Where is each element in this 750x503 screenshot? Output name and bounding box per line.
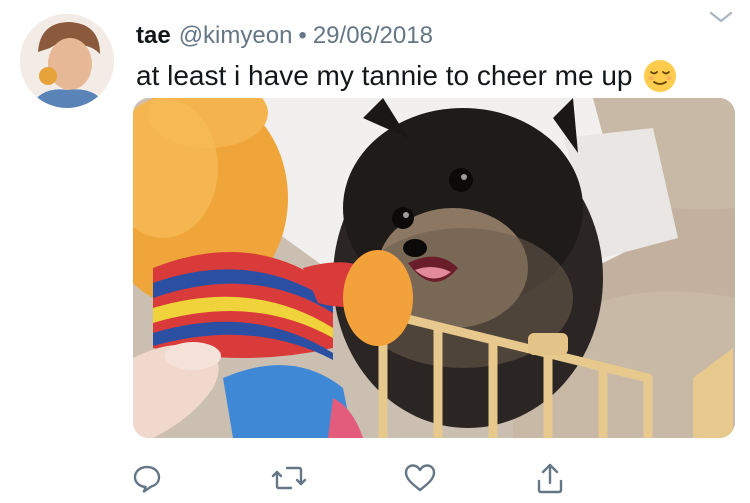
tweet-text-content: at least i have my tannie to cheer me up	[136, 60, 633, 91]
share-button[interactable]	[530, 458, 570, 498]
more-options-chevron-icon[interactable]	[708, 10, 734, 24]
tweet-actions	[0, 458, 750, 498]
user-handle[interactable]: @kimyeon	[179, 21, 293, 51]
avatar[interactable]	[20, 14, 114, 108]
separator-dot: •	[298, 22, 307, 49]
share-icon	[534, 461, 566, 495]
tweet-header: tae @kimyeon • 29/06/2018	[136, 21, 433, 51]
retweet-button[interactable]	[269, 458, 309, 498]
tweet-media-photo[interactable]	[133, 98, 735, 438]
tweet-date[interactable]: 29/06/2018	[313, 21, 433, 51]
display-name[interactable]: tae	[136, 21, 171, 51]
reply-icon	[131, 462, 163, 494]
reply-button[interactable]	[127, 458, 167, 498]
like-button[interactable]	[400, 458, 440, 498]
heart-icon	[403, 462, 437, 494]
relieved-face-emoji-icon	[643, 59, 677, 93]
tweet-text: at least i have my tannie to cheer me up	[136, 58, 736, 94]
retweet-icon	[271, 462, 307, 494]
tweet: tae @kimyeon • 29/06/2018 at least i hav…	[0, 0, 750, 503]
